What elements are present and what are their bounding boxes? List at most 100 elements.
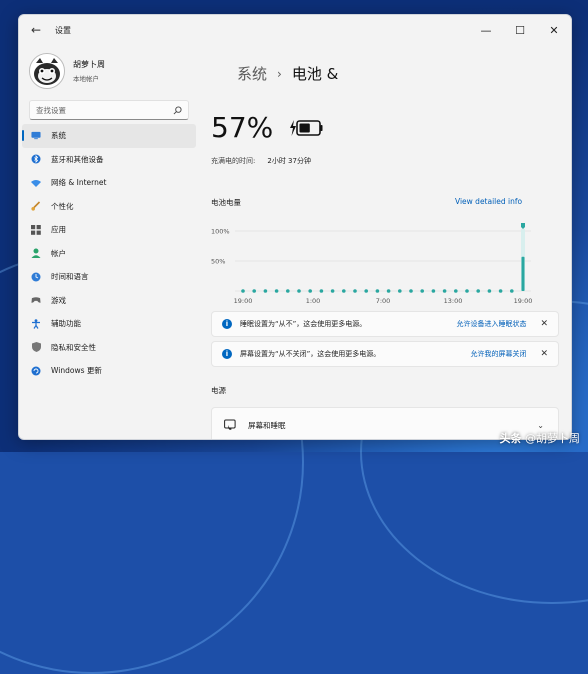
chart-bar [252, 289, 256, 293]
search-box[interactable]: 查找设置 [29, 100, 189, 120]
maximize-icon: ☐ [515, 23, 525, 37]
bluetooth-icon [31, 154, 41, 164]
breadcrumb: 系统 › 电池 & [237, 63, 338, 84]
chart-bar [286, 289, 290, 293]
sidebar-item-label: Windows 更新 [51, 366, 102, 376]
battery-level-title: 电池电量 [211, 198, 241, 207]
sidebar-item-label: 网络 & Internet [51, 178, 107, 188]
back-button[interactable]: ← [25, 19, 47, 41]
sidebar-item-windows-update[interactable]: Windows 更新 [22, 359, 196, 383]
shield-icon [31, 342, 41, 353]
account-type: 本地帐户 [73, 75, 99, 83]
view-detailed-info-link[interactable]: View detailed info [455, 197, 522, 206]
close-icon: ✕ [549, 23, 559, 37]
breadcrumb-parent[interactable]: 系统 [237, 63, 267, 84]
chart-bar [498, 289, 503, 293]
allow-screen-off-link[interactable]: 允许我的屏幕关闭 [470, 349, 526, 359]
x-tick-label: 1:00 [306, 297, 321, 305]
sidebar-item-label: 应用 [51, 225, 66, 235]
info-icon: i [222, 319, 232, 329]
monitor-icon [31, 131, 41, 141]
screen-sleep-label: 屏幕和睡眠 [248, 420, 286, 430]
sidebar-item-privacy[interactable]: 隐私和安全性 [22, 336, 196, 360]
chart-bar [409, 289, 413, 293]
charged-time-value: 2小时 37分钟 [267, 157, 311, 165]
chevron-down-icon: ⌄ [537, 420, 544, 430]
chart-bar [386, 289, 391, 293]
minimize-icon: — [480, 23, 492, 37]
settings-window: ← 设置 — ☐ ✕ 胡萝卜周 本地帐户 查找设置 系统 蓝牙和其他设备 网络 … [18, 14, 572, 440]
battery-percentage: 57% [211, 111, 274, 144]
sidebar-item-label: 辅助功能 [51, 319, 81, 329]
search-input[interactable]: 查找设置 [36, 105, 173, 116]
chart-bar [263, 289, 268, 293]
screen-notice: i 屏幕设置为“从不关闭”，这会使用更多电源。 允许我的屏幕关闭 ✕ [211, 341, 559, 367]
close-icon[interactable]: ✕ [540, 349, 548, 359]
update-icon [31, 366, 41, 376]
battery-charging-icon [290, 120, 323, 136]
x-tick-label: 13:00 [444, 297, 463, 305]
screen-sleep-icon [224, 419, 236, 430]
window-controls: — ☐ ✕ [469, 15, 571, 45]
maximize-button[interactable]: ☐ [503, 15, 537, 45]
chart-bar [465, 289, 469, 293]
chart-bar [274, 289, 279, 293]
sidebar-item-accessibility[interactable]: 辅助功能 [22, 312, 196, 336]
chart-bar [353, 289, 357, 293]
charged-time-row: 充满电的时间: 2小时 37分钟 [211, 156, 311, 166]
chart-bar [420, 289, 424, 293]
sidebar-item-label: 系统 [51, 131, 66, 141]
sidebar-nav: 系统 蓝牙和其他设备 网络 & Internet 个性化 应用 帐户 时间和语言… [22, 124, 196, 383]
chart-bar [375, 289, 380, 293]
close-icon[interactable]: ✕ [540, 319, 548, 329]
sidebar-item-label: 隐私和安全性 [51, 342, 96, 352]
sidebar-item-network[interactable]: 网络 & Internet [22, 171, 196, 195]
chart-bar [297, 289, 301, 293]
breadcrumb-separator: › [277, 66, 282, 81]
brush-icon [31, 201, 41, 211]
user-name: 胡萝卜周 [73, 60, 105, 69]
gamepad-icon [31, 295, 41, 305]
battery-level-chart[interactable]: 100% 50% 19:00 1:00 7:00 13:00 19:00 [211, 211, 541, 307]
sidebar-item-apps[interactable]: 应用 [22, 218, 196, 242]
y-tick-label: 50% [211, 258, 225, 266]
chart-charging-marker [521, 223, 525, 229]
notice-text: 屏幕设置为“从不关闭”，这会使用更多电源。 [240, 350, 381, 358]
avatar [29, 53, 65, 89]
accessibility-icon [31, 318, 41, 329]
x-tick-label: 19:00 [514, 297, 533, 305]
sidebar-item-system[interactable]: 系统 [22, 124, 196, 148]
sidebar-item-bluetooth[interactable]: 蓝牙和其他设备 [22, 148, 196, 172]
chart-bar [521, 256, 525, 291]
chart-bar [342, 289, 346, 293]
sidebar-item-time-language[interactable]: 时间和语言 [22, 265, 196, 289]
chart-bar [308, 289, 312, 293]
sidebar-item-accounts[interactable]: 帐户 [22, 242, 196, 266]
close-window-button[interactable]: ✕ [537, 15, 571, 45]
x-tick-label: 7:00 [376, 297, 391, 305]
wifi-icon [31, 178, 41, 188]
minimize-button[interactable]: — [469, 15, 503, 45]
x-tick-label: 19:00 [234, 297, 253, 305]
user-profile[interactable]: 胡萝卜周 本地帐户 [29, 53, 105, 89]
app-title: 设置 [55, 25, 71, 35]
chart-bar [398, 289, 402, 293]
watermark-handle: @胡萝卜周 [525, 432, 580, 445]
sidebar-item-personalization[interactable]: 个性化 [22, 195, 196, 219]
sidebar-item-label: 游戏 [51, 295, 66, 305]
chart-bar [431, 289, 436, 293]
sidebar-item-label: 时间和语言 [51, 272, 89, 282]
globe-clock-icon [31, 272, 41, 282]
chart-bar [330, 289, 335, 293]
allow-sleep-link[interactable]: 允许设备进入睡眠状态 [456, 319, 526, 329]
sidebar-item-label: 蓝牙和其他设备 [51, 154, 104, 164]
chart-bar [487, 289, 492, 293]
power-section-title: 电源 [211, 386, 226, 395]
sidebar-item-gaming[interactable]: 游戏 [22, 289, 196, 313]
info-icon: i [222, 349, 232, 359]
page-title: 电池 & [291, 65, 339, 83]
watermark: 头条 @胡萝卜周 [500, 430, 581, 446]
chart-bar [454, 289, 458, 293]
chart-bar [319, 289, 324, 293]
watermark-brand: 头条 [499, 432, 522, 445]
